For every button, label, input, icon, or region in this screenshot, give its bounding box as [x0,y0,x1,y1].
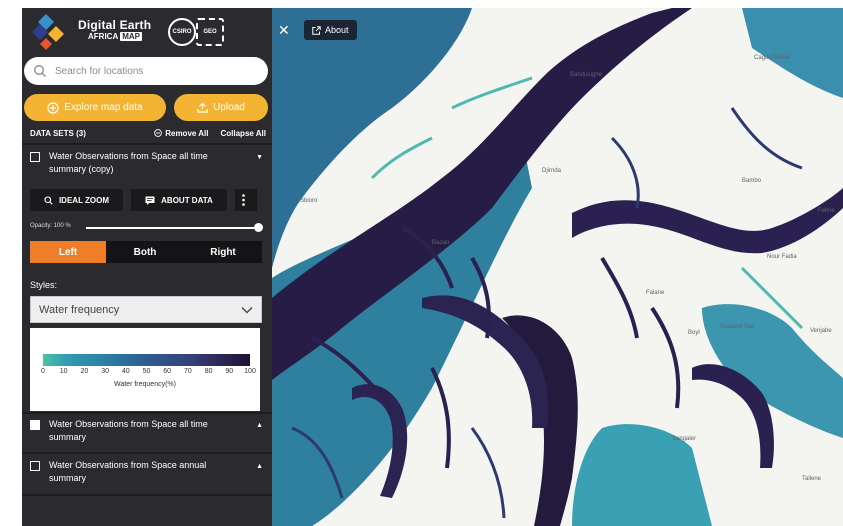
map-place-label: Felme [818,208,835,214]
partner-logo-geo: GEO [196,18,224,46]
opacity-slider-track[interactable] [86,227,260,229]
legend-tick: 70 [183,368,192,375]
collapse-all-button[interactable]: Collapse All [221,129,267,138]
opacity-label: Opacity: 100 % [30,223,71,229]
style-select[interactable]: Water frequency [30,296,262,323]
map-place-label: Falane [646,290,665,296]
map-place-label: Sangaler [672,436,697,442]
ideal-zoom-label: IDEAL ZOOM [58,195,110,205]
legend-panel: 0 10 20 30 40 50 60 70 80 90 100 Water f… [30,328,260,411]
legend-tick: 50 [142,368,151,375]
legend-tick: 20 [80,368,89,375]
map-place-label: Djirnda [542,168,562,174]
divider [22,143,272,145]
legend-tick: 30 [101,368,109,375]
split-left-button[interactable]: Left [30,241,106,263]
explore-map-data-button[interactable]: Explore map data [24,94,166,121]
map-place-label: Baoan [432,240,450,246]
about-label: About [325,25,349,35]
legend-ticks: 0 10 20 30 40 50 60 70 80 90 100 [30,368,260,380]
about-data-label: ABOUT DATA [161,195,213,205]
divider [22,494,272,496]
vertical-dots-icon [241,194,245,206]
brand-badge: MAP [120,32,142,41]
map-place-label: Venjabe [810,328,832,334]
map-place-label: Tallene [802,476,822,482]
water-frequency-map [272,8,843,526]
divider [22,452,272,454]
upload-label: Upload [213,102,245,113]
legend-tick: 60 [163,368,172,375]
styles-label: Styles: [30,280,58,290]
brand-title: Digital Earth [78,18,152,32]
info-card-icon [145,196,155,205]
explore-label: Explore map data [64,102,143,113]
app-window: Digital Earth AFRICAMAP CSIRO GEO Explor… [22,8,843,526]
layer-more-button[interactable] [235,189,257,211]
remove-circle-icon [154,129,163,137]
legend-tick: 100 [244,368,256,375]
close-icon[interactable]: ✕ [278,22,290,39]
upload-button[interactable]: Upload [174,94,268,121]
map-place-label: Bandiougne [570,72,603,78]
map-toolbar: ✕ About [272,20,357,40]
search-bar[interactable] [24,57,268,85]
chevron-down-icon [241,306,253,313]
legend-tick: 0 [41,368,45,375]
about-button[interactable]: About [304,20,357,40]
split-toggle: Left Both Right [30,241,262,263]
zoom-icon [44,195,53,205]
split-both-button[interactable]: Both [106,241,184,263]
brand-header: Digital Earth AFRICA MAP CSIRO GEO [22,8,272,60]
brand-subtitle-text: AFRICA [88,32,119,41]
map-place-label: Boyl [688,330,700,336]
map-place-label: Sbioro [300,198,318,204]
style-select-value: Water frequency [39,303,120,316]
legend-tick: 90 [225,368,234,375]
split-right-button[interactable]: Right [184,241,262,263]
legend-tick: 40 [121,368,130,375]
map-place-label: Bambo [742,178,762,184]
legend-title: Water frequency(%) [114,381,176,388]
layer-title: Water Observations from Space all time s… [49,151,208,174]
datasets-count-label: DATA SETS (3) [30,128,86,138]
brand-subtitle: AFRICA MAP [88,32,142,41]
layer-checkbox[interactable] [30,461,40,471]
layer-checkbox[interactable] [30,152,40,162]
map-place-label: Soudem Sali [720,324,755,330]
legend-tick: 10 [59,368,68,375]
layer-title: Water Observations from Space annual sum… [49,460,207,483]
map-view[interactable]: Cagoul Boker Bandiougne Djirnda Bambo Fe… [272,8,843,526]
layer-item-wofs-copy[interactable]: Water Observations from Space all time s… [30,150,245,176]
external-link-icon [312,25,321,35]
search-icon [34,65,46,77]
layer-checkbox[interactable] [30,420,40,430]
divider [22,412,272,414]
search-input[interactable] [53,64,257,78]
sidebar: Digital Earth AFRICAMAP CSIRO GEO Explor… [22,8,272,526]
legend-color-ramp [43,354,250,366]
datasets-header: DATA SETS (3) Remove All Collapse All [30,126,266,140]
remove-all-button[interactable]: Remove All [154,128,209,138]
caret-up-icon[interactable]: ▲ [256,422,263,429]
map-place-label: Nour Fadia [767,254,797,260]
layer-title: Water Observations from Space all time s… [49,419,208,442]
layer-item-wofs[interactable]: Water Observations from Space all time s… [30,418,245,444]
opacity-slider-handle[interactable] [254,223,263,232]
legend-tick: 80 [204,368,213,375]
dea-logo-icon [32,14,64,50]
caret-up-icon[interactable]: ▲ [256,463,263,470]
caret-down-icon[interactable]: ▼ [256,154,263,161]
partner-logo-csiro: CSIRO [168,18,196,46]
remove-all-label: Remove All [165,128,209,138]
upload-icon [197,102,208,113]
map-place-label: Cagoul Boker [754,55,791,61]
about-data-button[interactable]: ABOUT DATA [131,189,227,211]
ideal-zoom-button[interactable]: IDEAL ZOOM [30,189,123,211]
plus-circle-icon [47,101,59,114]
layer-item-wofs-annual[interactable]: Water Observations from Space annual sum… [30,459,245,485]
